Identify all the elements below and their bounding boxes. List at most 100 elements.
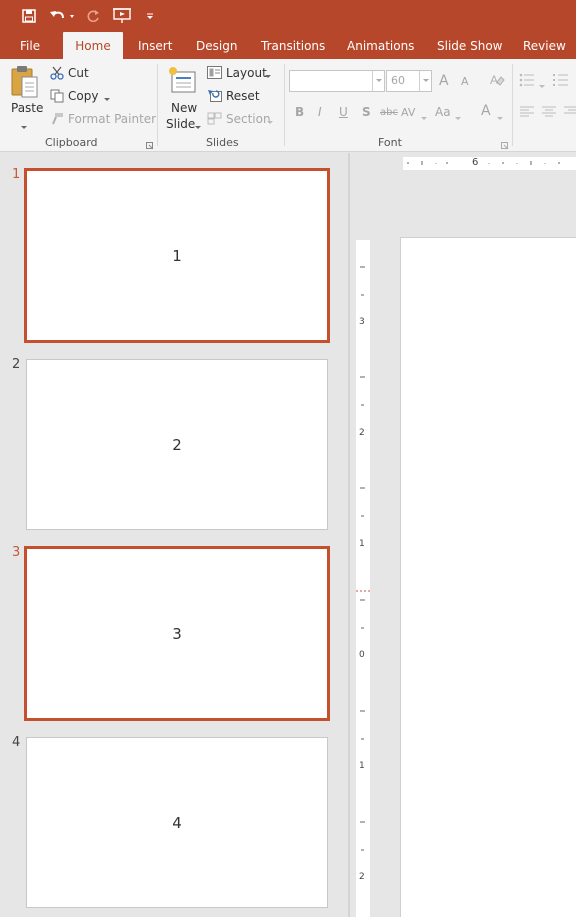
ruler-ticks — [356, 266, 370, 851]
section-dropdown[interactable] — [267, 115, 273, 129]
underline-button[interactable]: U — [339, 105, 348, 119]
slide-thumbnail-text: 4 — [172, 813, 182, 832]
section-button[interactable]: Section — [226, 112, 271, 126]
undo-button[interactable] — [47, 0, 77, 32]
tab-file[interactable]: File — [20, 32, 40, 59]
ruler-label: 0 — [359, 650, 365, 660]
character-spacing-button[interactable]: AV — [401, 106, 415, 119]
format-painter-button[interactable]: Format Painter — [68, 112, 156, 126]
slides-group-label: Slides — [206, 136, 239, 149]
vertical-ruler[interactable]: 3 2 1 0 1 2 — [356, 240, 370, 917]
paste-dropdown[interactable] — [21, 120, 27, 134]
case-dropdown[interactable] — [455, 111, 461, 125]
ribbon-tabs: File Home Insert Design Transitions Anim… — [0, 32, 576, 59]
reset-icon — [207, 89, 222, 105]
clipboard-launcher-icon[interactable] — [146, 139, 154, 151]
ruler-label: 1 — [359, 761, 365, 771]
slideshow-icon — [113, 8, 131, 23]
slide-number: 2 — [12, 357, 21, 372]
redo-icon — [87, 10, 99, 23]
tab-design[interactable]: Design — [196, 32, 237, 59]
slide-thumbnail-1[interactable]: 1 — [24, 168, 330, 343]
customize-toolbar-button[interactable] — [143, 0, 157, 32]
ruler-label: 6 — [472, 157, 479, 168]
slide-thumbnail-3[interactable]: 3 — [24, 546, 330, 721]
font-size-value: 60 — [391, 74, 405, 87]
scissors-icon — [50, 66, 64, 83]
align-left-icon[interactable] — [519, 106, 535, 121]
layout-button[interactable]: Layout — [226, 66, 267, 80]
italic-button[interactable]: I — [318, 105, 322, 119]
font-name-input[interactable] — [289, 70, 385, 92]
clear-formatting-icon[interactable]: A — [489, 73, 505, 90]
reset-button[interactable]: Reset — [226, 89, 260, 103]
group-separator — [512, 64, 513, 146]
section-icon — [207, 112, 222, 128]
new-slide-icon — [167, 65, 197, 98]
format-painter-icon — [50, 112, 64, 129]
chevron-down-icon — [147, 13, 153, 19]
cut-button[interactable]: Cut — [68, 66, 89, 80]
copy-dropdown[interactable] — [104, 92, 110, 106]
tab-slide-show[interactable]: Slide Show — [437, 32, 502, 59]
bullets-dropdown[interactable] — [539, 79, 545, 93]
slide-number: 4 — [12, 735, 21, 750]
copy-icon — [50, 89, 64, 106]
slide-number: 1 — [12, 167, 21, 182]
font-size-dropdown[interactable] — [419, 71, 431, 91]
new-slide-label-bottom[interactable]: Slide — [166, 117, 195, 131]
slide-number: 3 — [12, 545, 21, 560]
slide-canvas[interactable] — [400, 237, 576, 917]
shadow-button[interactable]: S — [362, 105, 371, 119]
spacing-dropdown[interactable] — [421, 111, 427, 125]
ruler-label: 2 — [359, 872, 365, 882]
align-right-icon[interactable] — [563, 106, 576, 121]
slide-thumbnail-text: 3 — [172, 624, 182, 643]
slide-thumbnail-text: 2 — [172, 435, 182, 454]
font-group-label: Font — [378, 136, 402, 149]
bold-button[interactable]: B — [295, 105, 304, 119]
group-separator — [284, 64, 285, 146]
undo-icon — [50, 11, 74, 19]
tab-home[interactable]: Home — [63, 32, 123, 59]
align-center-icon[interactable] — [541, 106, 557, 121]
new-slide-label-top[interactable]: New — [171, 101, 197, 115]
paste-button[interactable] — [10, 65, 40, 102]
change-case-button[interactable]: Aa — [435, 105, 451, 119]
tab-insert[interactable]: Insert — [138, 32, 172, 59]
grow-font-button[interactable]: A — [439, 73, 449, 89]
ruler-ticks — [407, 161, 560, 165]
clipboard-group-label: Clipboard — [45, 136, 98, 149]
numbering-icon[interactable] — [553, 73, 569, 90]
tab-review[interactable]: Review — [523, 32, 566, 59]
ruler-label: 3 — [359, 317, 365, 327]
quick-access-toolbar — [0, 0, 576, 32]
paste-label[interactable]: Paste — [11, 101, 43, 115]
font-size-input[interactable]: 60 — [386, 70, 432, 92]
slide-thumbnail-4[interactable]: 4 — [26, 737, 328, 908]
group-separator — [157, 64, 158, 146]
font-color-dropdown[interactable] — [497, 111, 503, 125]
start-from-beginning-button[interactable] — [110, 0, 134, 32]
font-launcher-icon[interactable] — [501, 139, 509, 151]
ribbon-home: Paste Cut Copy Format Painter Clipboard … — [0, 59, 576, 152]
clipboard-icon — [11, 66, 38, 98]
copy-button[interactable]: Copy — [68, 89, 98, 103]
layout-icon — [207, 66, 222, 82]
layout-dropdown[interactable] — [265, 69, 271, 83]
strikethrough-button[interactable]: abc — [380, 107, 398, 118]
new-slide-dropdown[interactable] — [195, 120, 201, 134]
horizontal-ruler[interactable]: 6 — [403, 157, 576, 170]
slide-thumbnail-text: 1 — [172, 246, 182, 265]
redo-button[interactable] — [82, 0, 104, 32]
font-name-dropdown[interactable] — [372, 71, 384, 91]
svg-text:A: A — [490, 73, 498, 87]
font-color-button[interactable]: A — [481, 103, 491, 119]
ruler-label: 2 — [359, 428, 365, 438]
tab-transitions[interactable]: Transitions — [261, 32, 325, 59]
save-icon — [22, 9, 36, 23]
bullets-icon[interactable] — [519, 73, 535, 90]
tab-animations[interactable]: Animations — [347, 32, 414, 59]
shrink-font-button[interactable]: A — [461, 75, 469, 88]
slide-thumbnail-2[interactable]: 2 — [26, 359, 328, 530]
